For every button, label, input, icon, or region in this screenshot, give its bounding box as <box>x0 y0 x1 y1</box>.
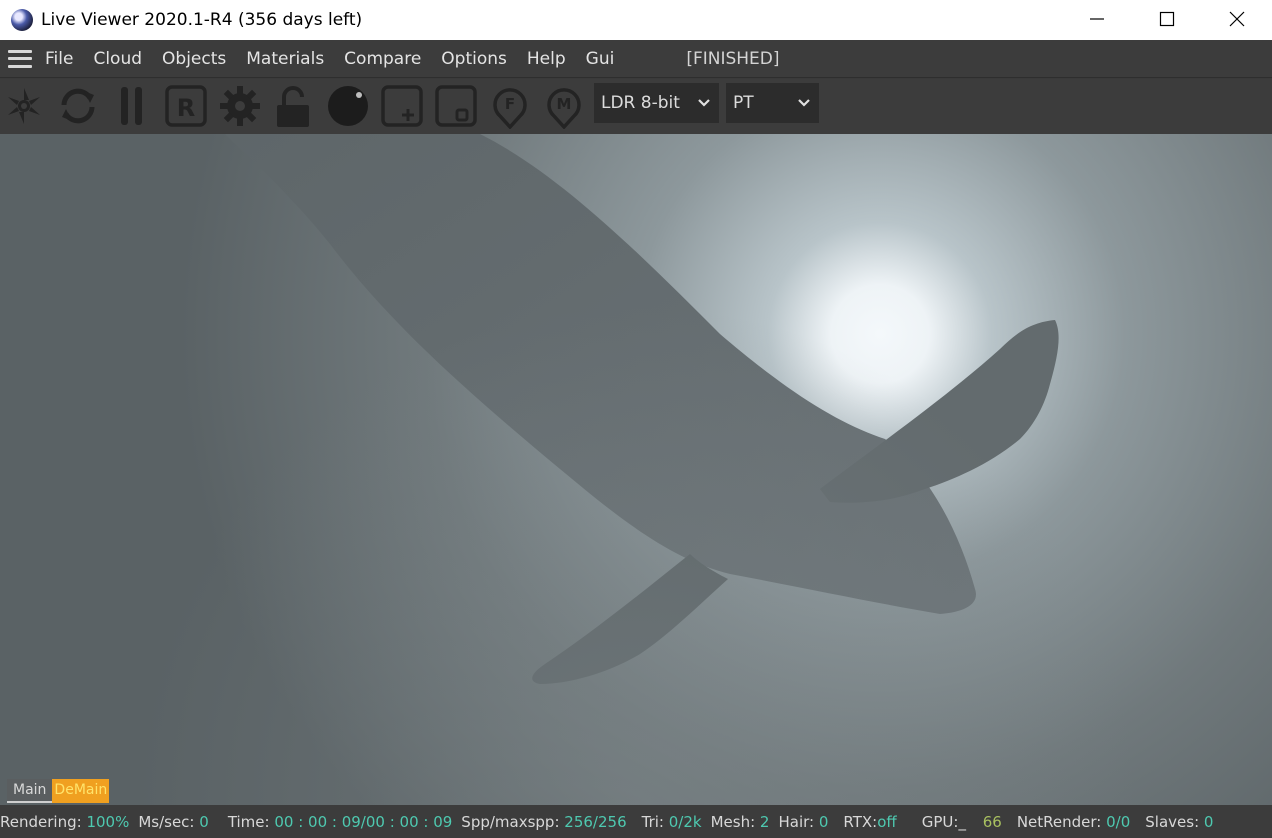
window-controls <box>1062 0 1272 40</box>
app-logo-icon <box>11 9 33 31</box>
menu-help[interactable]: Help <box>517 49 576 69</box>
minimize-button[interactable] <box>1062 0 1132 38</box>
menu-cloud[interactable]: Cloud <box>83 49 152 69</box>
status-rtx: RTX:off <box>843 812 897 831</box>
maximize-button[interactable] <box>1132 0 1202 38</box>
status-hair: Hair: 0 <box>778 812 829 831</box>
svg-text:R: R <box>177 94 195 122</box>
add-frame-icon[interactable] <box>380 83 424 129</box>
menu-options[interactable]: Options <box>431 49 517 69</box>
toolbar: R F M LDR 8-bit PT <box>0 79 1272 134</box>
menu-objects[interactable]: Objects <box>152 49 236 69</box>
status-slaves: Slaves: 0 <box>1145 812 1214 831</box>
close-icon <box>1229 11 1245 27</box>
status-spp: Spp/maxspp: 256/256 <box>461 812 627 831</box>
settings-gear-icon[interactable] <box>218 83 262 129</box>
menu-gui[interactable]: Gui <box>576 49 625 69</box>
minimize-icon <box>1090 18 1104 20</box>
render-state-label: [FINISHED] <box>686 48 780 69</box>
focus-pin-icon[interactable]: F <box>488 83 532 129</box>
chevron-down-icon <box>798 99 810 107</box>
status-bar: Rendering: 100% Ms/sec: 0 Time: 00 : 00 … <box>0 805 1272 838</box>
menu-bar: File Cloud Objects Materials Compare Opt… <box>0 40 1272 78</box>
menu-materials[interactable]: Materials <box>236 49 334 69</box>
status-ms-per-sec: Ms/sec: 0 <box>138 812 209 831</box>
menu-file[interactable]: File <box>45 49 83 69</box>
status-netrender: NetRender: 0/0 <box>1016 812 1131 831</box>
close-button[interactable] <box>1202 0 1272 38</box>
svg-text:M: M <box>557 95 572 113</box>
kernel-value: PT <box>733 93 754 113</box>
window-title: Live Viewer 2020.1-R4 (356 days left) <box>41 10 363 30</box>
region-r-icon[interactable]: R <box>164 83 208 129</box>
hamburger-menu-icon[interactable] <box>8 49 32 68</box>
status-gpu: GPU:_ 66 <box>921 812 1002 831</box>
svg-text:F: F <box>505 95 515 113</box>
status-time: Time: 00 : 00 : 09/00 : 00 : 09 <box>227 812 453 831</box>
rendered-image <box>0 134 1272 805</box>
title-bar: Live Viewer 2020.1-R4 (356 days left) <box>0 0 1272 40</box>
shutter-icon[interactable] <box>2 83 46 129</box>
maximize-icon <box>1159 11 1175 27</box>
refresh-icon[interactable] <box>56 83 100 129</box>
view-tabs: Main DeMain <box>7 779 110 803</box>
pause-icon[interactable] <box>110 83 154 129</box>
display-mode-select[interactable]: LDR 8-bit <box>594 83 719 123</box>
kernel-select[interactable]: PT <box>726 83 819 123</box>
material-pin-icon[interactable]: M <box>542 83 586 129</box>
tab-demain[interactable]: DeMain <box>52 779 110 803</box>
unlock-icon[interactable] <box>272 83 316 129</box>
menu-compare[interactable]: Compare <box>334 49 431 69</box>
display-mode-value: LDR 8-bit <box>601 93 680 113</box>
status-mesh: Mesh: 2 <box>710 812 770 831</box>
tab-main[interactable]: Main <box>7 779 53 803</box>
render-viewport[interactable]: Main DeMain <box>0 134 1272 805</box>
material-ball-icon[interactable] <box>326 83 370 129</box>
status-rendering: Rendering: 100% <box>0 812 130 831</box>
status-tri: Tri: 0/2k <box>641 812 702 831</box>
chevron-down-icon <box>698 99 710 107</box>
object-frame-icon[interactable] <box>434 83 478 129</box>
